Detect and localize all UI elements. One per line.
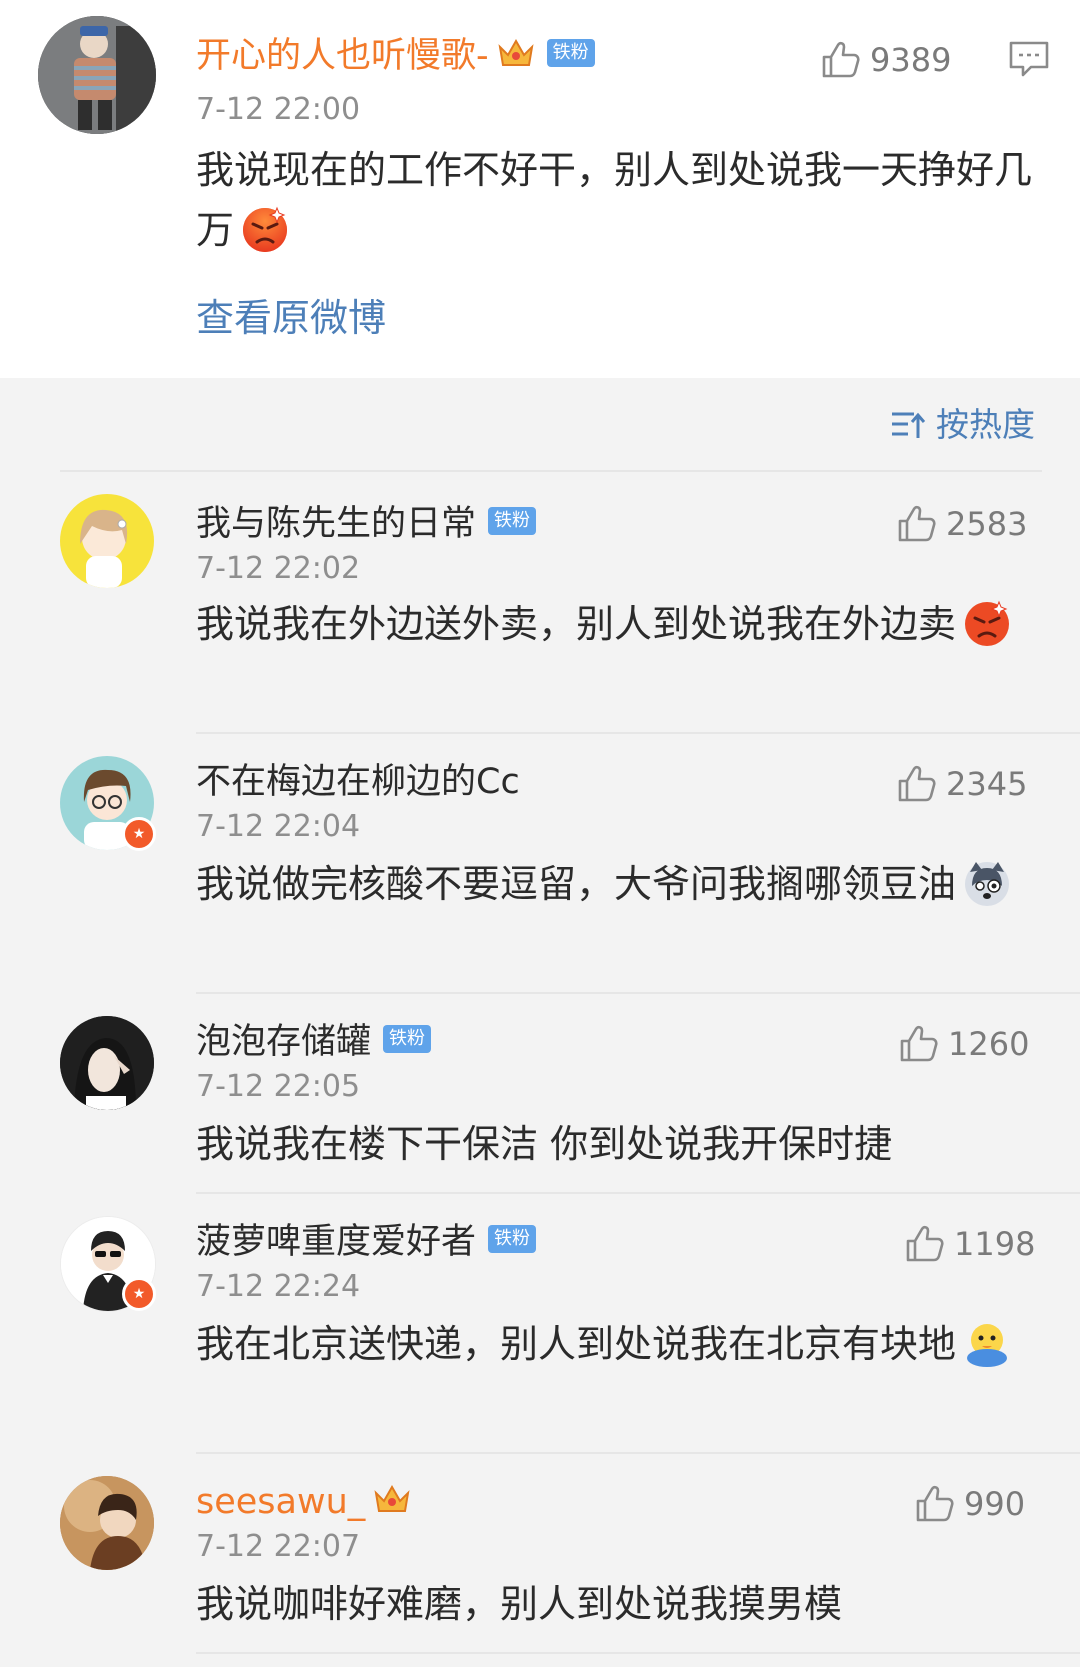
like-count: 9389 (870, 41, 952, 79)
thumbs-up-icon (916, 1485, 954, 1522)
husky-face-icon (965, 861, 1010, 906)
crown-icon (498, 38, 534, 66)
like-button[interactable]: 990 (914, 1484, 1025, 1524)
avatar[interactable] (60, 1016, 154, 1110)
thumbs-up-icon (900, 1025, 938, 1062)
username[interactable]: seesawu_ (196, 1480, 411, 1524)
like-button[interactable]: 1198 (904, 1224, 1035, 1264)
comment-time: 7-12 22:24 (196, 1269, 361, 1304)
comment-text: 我说咖啡好难磨，别人到处说我摸男模 (196, 1582, 843, 1626)
username[interactable]: 泡泡存储罐 铁粉 (196, 1020, 432, 1064)
angry-face-icon (965, 600, 1010, 646)
divider (196, 992, 1080, 994)
fan-badge: 铁粉 (488, 1225, 537, 1253)
divider (196, 1192, 1080, 1194)
comment-icon[interactable] (1008, 40, 1050, 78)
thumbs-up-icon (898, 765, 936, 802)
comment-content: 我说咖啡好难磨，别人到处说我摸男模 (196, 1574, 1056, 1634)
like-count: 990 (964, 1485, 1026, 1523)
username[interactable]: 不在梅边在柳边的Cc (196, 760, 520, 804)
comment-content: 我说现在的工作不好干，别人到处说我一天挣好几万 (196, 140, 1056, 260)
username-text[interactable]: 不在梅边在柳边的Cc (196, 762, 520, 802)
avatar[interactable] (60, 1476, 154, 1570)
divider (60, 470, 1042, 472)
comment-text: 我说现在的工作不好干，别人到处说我一天挣好几万 (196, 148, 1033, 252)
like-count: 2345 (946, 765, 1028, 803)
thumbs-up-icon (898, 505, 936, 542)
sort-icon (892, 412, 926, 438)
verified-icon: ★ (122, 1277, 156, 1311)
username[interactable]: 菠萝啤重度爱好者 铁粉 (196, 1220, 537, 1264)
username-text[interactable]: 我与陈先生的日常 (196, 504, 476, 544)
divider (196, 732, 1080, 734)
like-button[interactable]: 1260 (898, 1024, 1029, 1064)
comment-text: 我说做完核酸不要逗留，大爷问我搁哪领豆油 (196, 862, 957, 906)
comment-text: 我说我在外边送外卖，别人到处说我在外边卖 (196, 602, 957, 646)
like-button[interactable]: 2345 (896, 764, 1027, 804)
username-text[interactable]: seesawu_ (196, 1482, 365, 1522)
thumbs-up-icon (822, 41, 860, 78)
divider (196, 1452, 1080, 1454)
username-text[interactable]: 泡泡存储罐 (196, 1022, 371, 1062)
sort-button[interactable]: 按热度 (890, 404, 1035, 446)
like-count: 1198 (954, 1225, 1036, 1263)
comment-content: 我在北京送快递，别人到处说我在北京有块地 (196, 1314, 1016, 1374)
divider (196, 1652, 1080, 1654)
comment-time: 7-12 22:02 (196, 551, 361, 586)
chick-face-icon (967, 1323, 1008, 1367)
username-text[interactable]: 开心的人也听慢歌- (196, 36, 489, 76)
username-text[interactable]: 菠萝啤重度爱好者 (196, 1222, 476, 1262)
avatar[interactable] (38, 16, 156, 134)
crown-icon (374, 1484, 410, 1512)
sort-label: 按热度 (936, 405, 1035, 444)
username[interactable]: 我与陈先生的日常 铁粉 (196, 502, 537, 546)
fan-badge: 铁粉 (383, 1025, 432, 1053)
fan-badge: 铁粉 (488, 507, 537, 535)
thumbs-up-icon (906, 1225, 944, 1262)
like-count: 2583 (946, 505, 1028, 543)
view-original-link[interactable]: 查看原微博 (196, 294, 386, 342)
username[interactable]: 开心的人也听慢歌- 铁粉 (196, 34, 595, 78)
like-button[interactable]: 9389 (820, 40, 951, 80)
comment-content: 我说我在楼下干保洁 你到处说我开保时捷 (196, 1114, 1056, 1174)
like-button[interactable]: 2583 (896, 504, 1027, 544)
comment-time: 7-12 22:00 (196, 92, 361, 127)
comment-time: 7-12 22:07 (196, 1529, 361, 1564)
verified-icon: ★ (122, 817, 156, 851)
angry-face-icon (243, 206, 288, 252)
main-comment: 开心的人也听慢歌- 铁粉 7-12 22:00 9389 我说现在的工作不好干，别… (0, 0, 1080, 378)
comment-content: 我说我在外边送外卖，别人到处说我在外边卖 (196, 594, 1016, 654)
comment-time: 7-12 22:04 (196, 809, 361, 844)
comment-time: 7-12 22:05 (196, 1069, 361, 1104)
like-count: 1260 (948, 1025, 1030, 1063)
comment-text: 我在北京送快递，别人到处说我在北京有块地 (196, 1322, 957, 1366)
fan-badge: 铁粉 (546, 39, 595, 67)
avatar[interactable] (60, 494, 154, 588)
comment-text: 我说我在楼下干保洁 你到处说我开保时捷 (196, 1122, 893, 1166)
comment-content: 我说做完核酸不要逗留，大爷问我搁哪领豆油 (196, 854, 1016, 914)
